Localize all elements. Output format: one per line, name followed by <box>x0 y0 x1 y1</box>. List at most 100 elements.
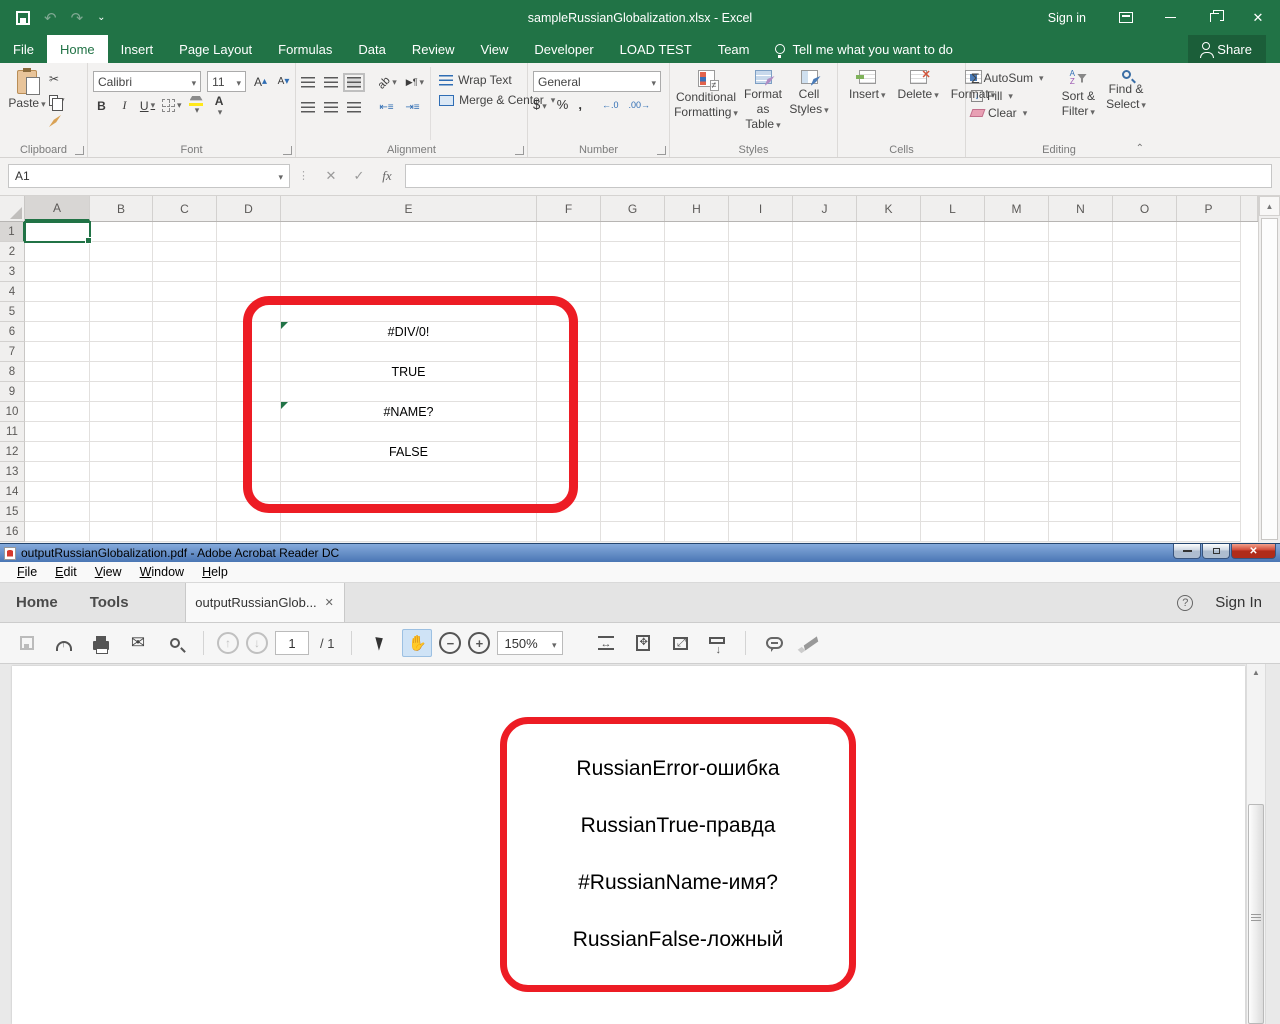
cell-N4[interactable] <box>1049 282 1113 302</box>
row-header-14[interactable]: 14 <box>0 482 25 502</box>
comment-icon[interactable] <box>759 629 789 657</box>
cell-G12[interactable] <box>601 442 665 462</box>
fill-color-button[interactable] <box>188 96 205 115</box>
cell-I14[interactable] <box>729 482 793 502</box>
cell-O2[interactable] <box>1113 242 1177 262</box>
acrobat-tab-home[interactable]: Home <box>0 583 74 622</box>
formula-bar-splitter[interactable]: ⋮ <box>290 169 317 182</box>
cell-H6[interactable] <box>665 322 729 342</box>
cell-F14[interactable] <box>537 482 601 502</box>
column-header-M[interactable]: M <box>985 196 1049 221</box>
cell-I1[interactable] <box>729 222 793 242</box>
cell-G10[interactable] <box>601 402 665 422</box>
cell-A14[interactable] <box>25 482 90 502</box>
pdf-scroll-up-icon[interactable]: ▲ <box>1247 664 1265 680</box>
top-align-icon[interactable] <box>301 77 315 88</box>
name-box[interactable]: A1 <box>8 164 290 188</box>
row-header-6[interactable]: 6 <box>0 322 25 342</box>
cell-E10[interactable]: #NAME? <box>281 402 537 422</box>
cell-C5[interactable] <box>153 302 217 322</box>
excel-scrollbar-thumb[interactable] <box>1261 218 1278 540</box>
font-dialog-launcher[interactable] <box>283 146 292 155</box>
cell-J15[interactable] <box>793 502 857 522</box>
cell-K4[interactable] <box>857 282 921 302</box>
cell-E12[interactable]: FALSE <box>281 442 537 462</box>
cell-H5[interactable] <box>665 302 729 322</box>
align-left-icon[interactable] <box>301 102 315 113</box>
cell-E11[interactable] <box>281 422 537 442</box>
cell-H13[interactable] <box>665 462 729 482</box>
increase-decimal-button[interactable]: ←.0 <box>602 100 619 110</box>
cell-K16[interactable] <box>857 522 921 542</box>
cell-A2[interactable] <box>25 242 90 262</box>
format-painter-button[interactable] <box>49 113 65 129</box>
row-header-7[interactable]: 7 <box>0 342 25 362</box>
excel-tab-page-layout[interactable]: Page Layout <box>166 35 265 63</box>
cell-H16[interactable] <box>665 522 729 542</box>
cell-B16[interactable] <box>90 522 153 542</box>
column-header-D[interactable]: D <box>217 196 281 221</box>
bold-button[interactable]: B <box>93 96 110 115</box>
cell-A11[interactable] <box>25 422 90 442</box>
share-upload-icon[interactable] <box>49 629 79 657</box>
cell-J14[interactable] <box>793 482 857 502</box>
cell-I6[interactable] <box>729 322 793 342</box>
orientation-button[interactable]: ab <box>378 73 397 92</box>
cell-D5[interactable] <box>217 302 281 322</box>
print-icon[interactable] <box>86 629 116 657</box>
italic-button[interactable]: I <box>116 96 133 115</box>
cell-A4[interactable] <box>25 282 90 302</box>
insert-cells-button[interactable]: Insert <box>843 67 892 140</box>
cell-E1[interactable] <box>281 222 537 242</box>
cell-K14[interactable] <box>857 482 921 502</box>
cell-E8[interactable]: TRUE <box>281 362 537 382</box>
column-header-A[interactable]: A <box>25 196 90 221</box>
cell-J10[interactable] <box>793 402 857 422</box>
cell-I11[interactable] <box>729 422 793 442</box>
row-header-1[interactable]: 1 <box>0 222 25 242</box>
cell-K11[interactable] <box>857 422 921 442</box>
cell-A15[interactable] <box>25 502 90 522</box>
cell-B6[interactable] <box>90 322 153 342</box>
cell-N12[interactable] <box>1049 442 1113 462</box>
decrease-decimal-button[interactable]: .00→ <box>628 100 650 110</box>
row-header-16[interactable]: 16 <box>0 522 25 542</box>
cell-N1[interactable] <box>1049 222 1113 242</box>
cell-K3[interactable] <box>857 262 921 282</box>
excel-scroll-up-icon[interactable]: ▲ <box>1259 196 1280 216</box>
cell-P4[interactable] <box>1177 282 1241 302</box>
cut-button[interactable]: ✂ <box>49 71 65 87</box>
cell-F4[interactable] <box>537 282 601 302</box>
excel-tab-insert[interactable]: Insert <box>108 35 167 63</box>
row-header-11[interactable]: 11 <box>0 422 25 442</box>
excel-tab-data[interactable]: Data <box>345 35 398 63</box>
pdf-search-icon[interactable] <box>160 629 190 657</box>
cell-E16[interactable] <box>281 522 537 542</box>
cell-L3[interactable] <box>921 262 985 282</box>
cell-K1[interactable] <box>857 222 921 242</box>
excel-tab-load-test[interactable]: LOAD TEST <box>607 35 705 63</box>
fill-button[interactable]: ↓Fill <box>971 89 1054 103</box>
cell-M9[interactable] <box>985 382 1049 402</box>
page-number-input[interactable] <box>275 631 309 655</box>
cell-F7[interactable] <box>537 342 601 362</box>
cell-J7[interactable] <box>793 342 857 362</box>
cell-D16[interactable] <box>217 522 281 542</box>
alignment-dialog-launcher[interactable] <box>515 146 524 155</box>
cell-M2[interactable] <box>985 242 1049 262</box>
cell-G11[interactable] <box>601 422 665 442</box>
cell-K13[interactable] <box>857 462 921 482</box>
cell-H10[interactable] <box>665 402 729 422</box>
column-header-B[interactable]: B <box>90 196 153 221</box>
cell-F2[interactable] <box>537 242 601 262</box>
cell-D8[interactable] <box>217 362 281 382</box>
row-header-15[interactable]: 15 <box>0 502 25 522</box>
column-header-L[interactable]: L <box>921 196 985 221</box>
cell-F11[interactable] <box>537 422 601 442</box>
cell-O8[interactable] <box>1113 362 1177 382</box>
cell-M15[interactable] <box>985 502 1049 522</box>
cell-G4[interactable] <box>601 282 665 302</box>
cell-A13[interactable] <box>25 462 90 482</box>
cell-B15[interactable] <box>90 502 153 522</box>
select-all-corner[interactable] <box>0 196 25 221</box>
